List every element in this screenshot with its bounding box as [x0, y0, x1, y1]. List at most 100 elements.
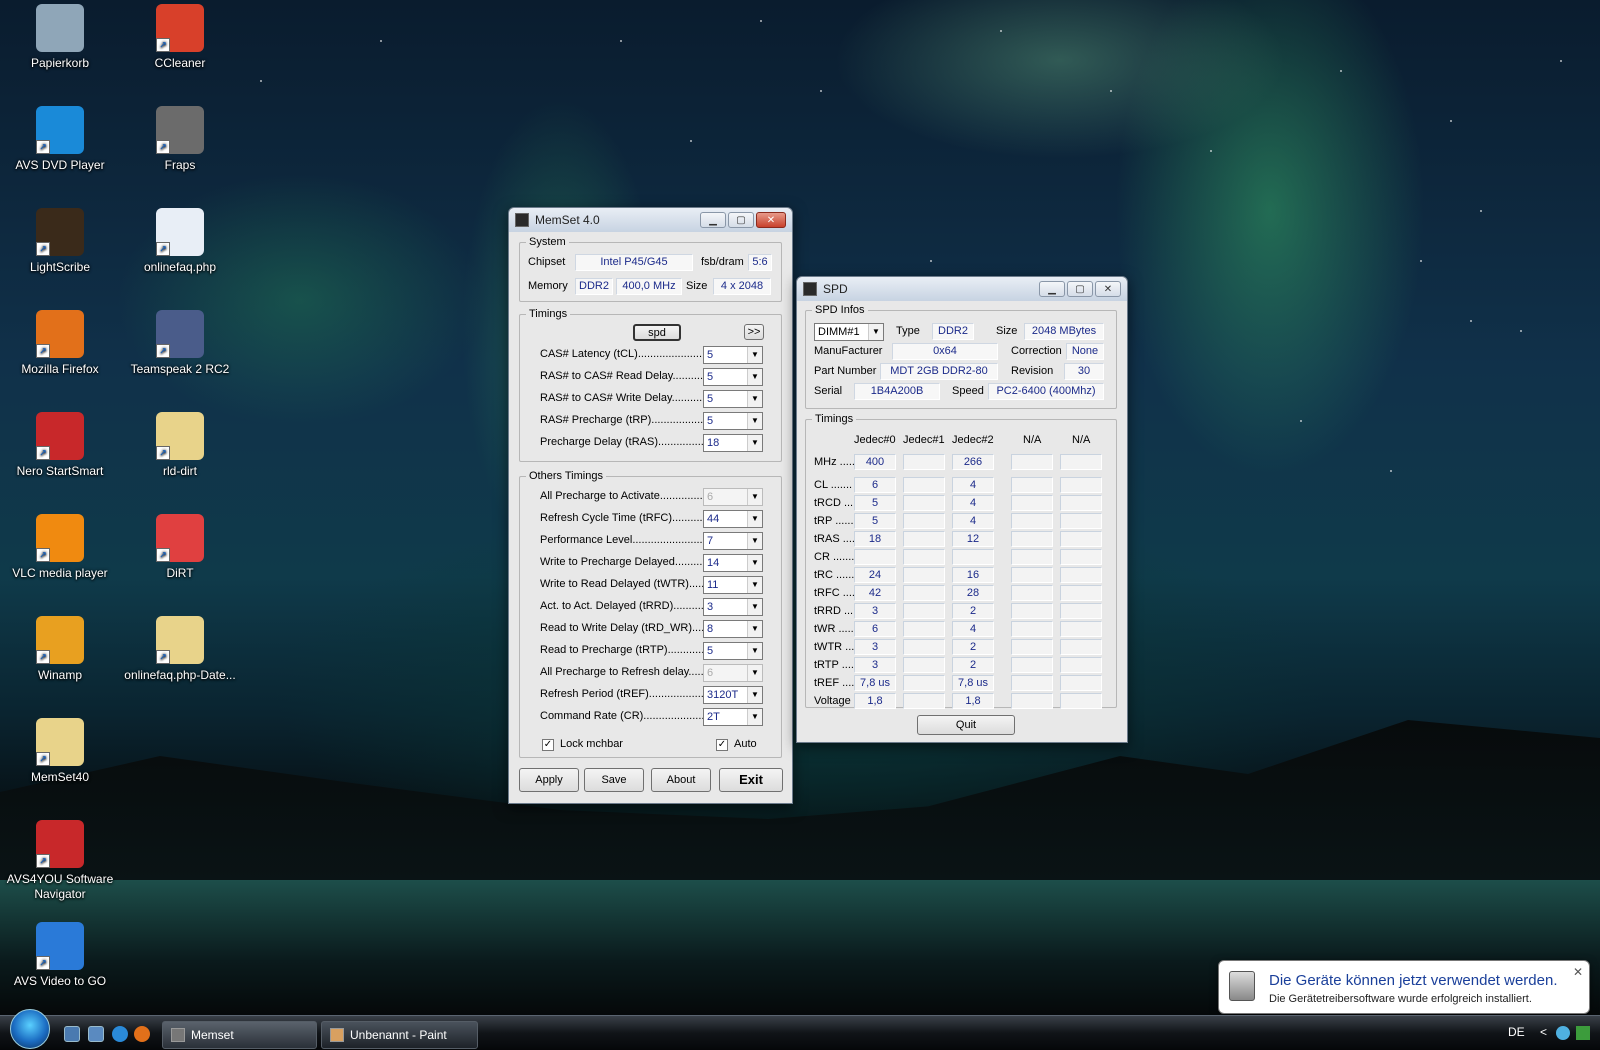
timing-select[interactable]: 11 ▼ [703, 576, 763, 594]
spd-row-label: Voltage [814, 695, 851, 707]
timing-select[interactable]: 5 ▼ [703, 390, 763, 408]
serial-value: 1B4A200B [854, 383, 940, 400]
timing-select[interactable]: 14 ▼ [703, 554, 763, 572]
recycle-bin-icon [36, 4, 84, 52]
about-button[interactable]: About [651, 768, 711, 792]
switch-windows-icon[interactable] [88, 1026, 104, 1042]
desktop-icon[interactable]: ↗ AVS4YOU Software Navigator [4, 820, 116, 902]
shortcut-arrow-icon: ↗ [36, 140, 50, 154]
correction-value: None [1066, 343, 1104, 360]
desktop-icon[interactable]: ↗ Mozilla Firefox [4, 310, 116, 377]
desktop-icon[interactable]: ↗ Fraps [124, 106, 236, 173]
desktop-icon[interactable]: ↗ MemSet40 [4, 718, 116, 785]
show-desktop-icon[interactable] [64, 1026, 80, 1042]
chevron-down-icon: ▼ [747, 413, 762, 429]
star [760, 20, 762, 22]
desktop-icon[interactable]: Papierkorb [4, 4, 116, 71]
safely-remove-tray-icon[interactable] [1576, 1026, 1590, 1040]
save-button[interactable]: Save [584, 768, 644, 792]
spd-cell: 3 [854, 603, 896, 619]
chipset-value: Intel P45/G45 [575, 254, 693, 271]
spd-cell: 3 [854, 657, 896, 673]
timing-select[interactable]: 5 ▼ [703, 368, 763, 386]
desktop-icon[interactable]: ↗ onlinefaq.php [124, 208, 236, 275]
network-tray-icon[interactable] [1556, 1026, 1570, 1040]
exit-button[interactable]: Exit [719, 768, 783, 792]
spd-cell [903, 495, 945, 511]
internet-explorer-icon[interactable] [112, 1026, 128, 1042]
timing-select[interactable]: 5 ▼ [703, 412, 763, 430]
spd-app-icon [803, 282, 817, 296]
desktop-icon[interactable]: ↗ Winamp [4, 616, 116, 683]
auto-checkbox[interactable]: ✓ [716, 739, 728, 751]
desktop-icon[interactable]: ↗ DiRT [124, 514, 236, 581]
shortcut-arrow-icon: ↗ [36, 752, 50, 766]
spd-cell [1060, 567, 1102, 583]
spd-column-header: Jedec#0 [854, 434, 896, 446]
timing-label: Write to Precharge Delayed............. [540, 556, 712, 568]
timing-value: 5 [707, 371, 714, 383]
desktop-icon[interactable]: ↗ LightScribe [4, 208, 116, 275]
spd-cell [903, 585, 945, 601]
desktop-icon[interactable]: ↗ rld-dirt [124, 412, 236, 479]
spd-cell [903, 603, 945, 619]
spd-titlebar[interactable]: SPD ▁ ▢ ✕ [797, 277, 1127, 301]
shortcut-arrow-icon: ↗ [156, 650, 170, 664]
spd-column-header: Jedec#1 [903, 434, 945, 446]
notification-close-button[interactable]: ✕ [1573, 965, 1583, 979]
shortcut-arrow-icon: ↗ [156, 242, 170, 256]
spd-maximize-button[interactable]: ▢ [1067, 281, 1093, 297]
task-memset[interactable]: Memset [162, 1021, 317, 1049]
desktop-icon-label: MemSet40 [30, 770, 90, 784]
spd-cell: 18 [854, 531, 896, 547]
timing-select[interactable]: 7 ▼ [703, 532, 763, 550]
spd-cell [1011, 495, 1053, 511]
timing-value: 14 [707, 557, 720, 569]
timing-select[interactable]: 5 ▼ [703, 346, 763, 364]
timing-select[interactable]: 3120T ▼ [703, 686, 763, 704]
spd-cell [1011, 675, 1053, 691]
spd-cell: 5 [854, 513, 896, 529]
chevron-down-icon: ▼ [747, 347, 762, 363]
spd-cell [903, 621, 945, 637]
start-button[interactable] [10, 1009, 50, 1049]
maximize-button[interactable]: ▢ [728, 212, 754, 228]
task-paint[interactable]: Unbenannt - Paint [321, 1021, 478, 1049]
timing-select[interactable]: 44 ▼ [703, 510, 763, 528]
timing-label: RAS# to CAS# Write Delay............. [540, 392, 712, 404]
timing-label: Refresh Period (tREF)...................… [540, 688, 712, 700]
memset-title: MemSet 4.0 [535, 213, 600, 227]
desktop-icon[interactable]: ↗ AVS DVD Player [4, 106, 116, 173]
minimize-button[interactable]: ▁ [700, 212, 726, 228]
apply-button[interactable]: Apply [519, 768, 579, 792]
speed-value: PC2-6400 (400Mhz) [988, 383, 1104, 400]
timing-select[interactable]: 3 ▼ [703, 598, 763, 616]
more-button[interactable]: >> [744, 324, 764, 340]
desktop-icon[interactable]: ↗ CCleaner [124, 4, 236, 71]
spd-minimize-button[interactable]: ▁ [1039, 281, 1065, 297]
chevron-down-icon: ▼ [747, 489, 762, 505]
star [1000, 30, 1002, 32]
desktop-icon[interactable]: ↗ AVS Video to GO [4, 922, 116, 989]
timing-select[interactable]: 5 ▼ [703, 642, 763, 660]
desktop-icon[interactable]: ↗ Teamspeak 2 RC2 [124, 310, 236, 377]
vlc-cone-icon: ↗ [36, 514, 84, 562]
spd-button[interactable]: spd [633, 324, 681, 341]
notification-balloon[interactable]: Die Geräte können jetzt verwendet werden… [1218, 960, 1590, 1014]
timing-select[interactable]: 18 ▼ [703, 434, 763, 452]
dimm-select[interactable]: DIMM#1 ▼ [814, 323, 884, 341]
firefox-quicklaunch-icon[interactable] [134, 1026, 150, 1042]
quit-button[interactable]: Quit [917, 715, 1015, 735]
language-indicator[interactable]: DE [1508, 1025, 1525, 1039]
desktop-icon[interactable]: ↗ VLC media player [4, 514, 116, 581]
desktop-icon[interactable]: ↗ Nero StartSmart [4, 412, 116, 479]
timing-select[interactable]: 2T ▼ [703, 708, 763, 726]
spd-close-button[interactable]: ✕ [1095, 281, 1121, 297]
timing-select[interactable]: 8 ▼ [703, 620, 763, 638]
tray-expand-button[interactable]: < [1540, 1025, 1547, 1039]
desktop-icon[interactable]: ↗ onlinefaq.php-Date... [124, 616, 236, 683]
spd-cell [854, 549, 896, 565]
lock-mchbar-checkbox[interactable]: ✓ [542, 739, 554, 751]
close-button[interactable]: ✕ [756, 212, 786, 228]
memset-titlebar[interactable]: MemSet 4.0 ▁ ▢ ✕ [509, 208, 792, 232]
